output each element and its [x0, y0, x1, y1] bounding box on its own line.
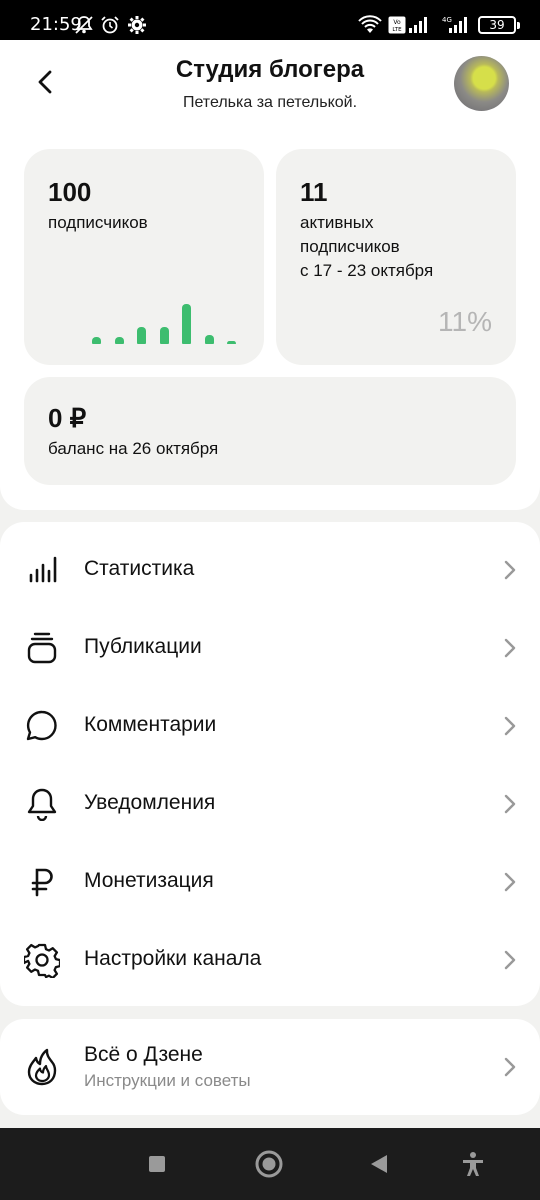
flame-icon — [22, 1047, 62, 1087]
chevron-right-icon — [498, 636, 522, 660]
sparkline-bar — [137, 327, 146, 344]
balance-label: баланс на 26 октября — [48, 439, 219, 458]
menu-item-statistics[interactable]: Статистика — [0, 531, 540, 609]
svg-text:LTE: LTE — [392, 27, 402, 33]
active-label-line1: активных — [300, 213, 374, 232]
active-subscribers-card[interactable]: 11 активных подписчиков с 17 - 23 октябр… — [276, 149, 516, 365]
4g-signal-icon: 4G — [440, 15, 470, 40]
chevron-right-icon — [498, 870, 522, 894]
about-title: Всё о Дзене — [84, 1043, 203, 1066]
subscribers-sparkline — [92, 300, 242, 344]
comment-bubble-icon — [22, 706, 62, 746]
gear-icon — [22, 940, 62, 980]
notifications-off-icon — [74, 15, 94, 40]
wifi-icon — [358, 15, 382, 40]
alarm-icon — [100, 15, 120, 40]
chevron-right-icon — [498, 558, 522, 582]
recents-square-icon[interactable] — [141, 1148, 173, 1180]
sparkline-bar — [92, 337, 101, 344]
menu-item-monetization[interactable]: Монетизация — [0, 843, 540, 921]
balance-card[interactable]: 0 ₽ баланс на 26 октября — [24, 377, 516, 485]
gear-icon — [127, 15, 147, 40]
sparkline-bar — [159, 327, 169, 344]
active-label-period: с 17 - 23 октября — [300, 261, 434, 280]
active-subscribers-count: 11 — [300, 177, 328, 207]
about-zen-card[interactable]: Всё о Дзене Инструкции и советы — [0, 1019, 540, 1115]
active-subscribers-label: активных подписчиков с 17 - 23 октября — [300, 211, 433, 283]
chevron-right-icon — [498, 714, 522, 738]
menu-item-label: Статистика — [84, 557, 195, 580]
balance-amount: 0 ₽ — [48, 403, 87, 433]
publications-stack-icon — [22, 628, 62, 668]
accessibility-icon[interactable] — [457, 1148, 489, 1180]
menu-card: Статистика Публикации Комментарии Уведом… — [0, 522, 540, 1006]
bar-chart-icon — [22, 550, 62, 590]
system-navigation-bar — [0, 1128, 540, 1200]
svg-text:Vo: Vo — [393, 19, 401, 26]
home-circle-icon[interactable] — [253, 1148, 285, 1180]
ruble-icon — [22, 862, 62, 902]
menu-item-label: Настройки канала — [84, 947, 262, 970]
active-label-line2: подписчиков — [300, 237, 400, 256]
battery-icon: 39 — [478, 16, 520, 34]
menu-item-notifications[interactable]: Уведомления — [0, 765, 540, 843]
sparkline-bar — [114, 337, 124, 344]
volte-icon: Vo LTE — [388, 16, 406, 39]
subscribers-label: подписчиков — [48, 213, 148, 232]
about-subtitle: Инструкции и советы — [84, 1071, 251, 1090]
menu-item-label: Публикации — [84, 635, 202, 658]
menu-item-label: Уведомления — [84, 791, 216, 814]
sparkline-bar — [227, 341, 236, 344]
sparkline-bar — [204, 335, 214, 344]
chevron-right-icon — [498, 792, 522, 816]
back-triangle-icon[interactable] — [363, 1148, 395, 1180]
menu-item-channel-settings[interactable]: Настройки канала — [0, 921, 540, 999]
subscribers-count: 100 — [48, 177, 92, 207]
avatar[interactable] — [454, 56, 509, 111]
chevron-right-icon — [498, 1055, 522, 1079]
menu-item-comments[interactable]: Комментарии — [0, 687, 540, 765]
signal-icon — [408, 15, 430, 40]
menu-item-publications[interactable]: Публикации — [0, 609, 540, 687]
menu-item-label: Комментарии — [84, 713, 217, 736]
sparkline-bar — [182, 304, 191, 344]
menu-item-label: Монетизация — [84, 869, 214, 892]
chevron-right-icon — [498, 948, 522, 972]
bell-icon — [22, 784, 62, 824]
svg-text:4G: 4G — [442, 16, 452, 24]
active-percent: 11% — [438, 306, 492, 337]
